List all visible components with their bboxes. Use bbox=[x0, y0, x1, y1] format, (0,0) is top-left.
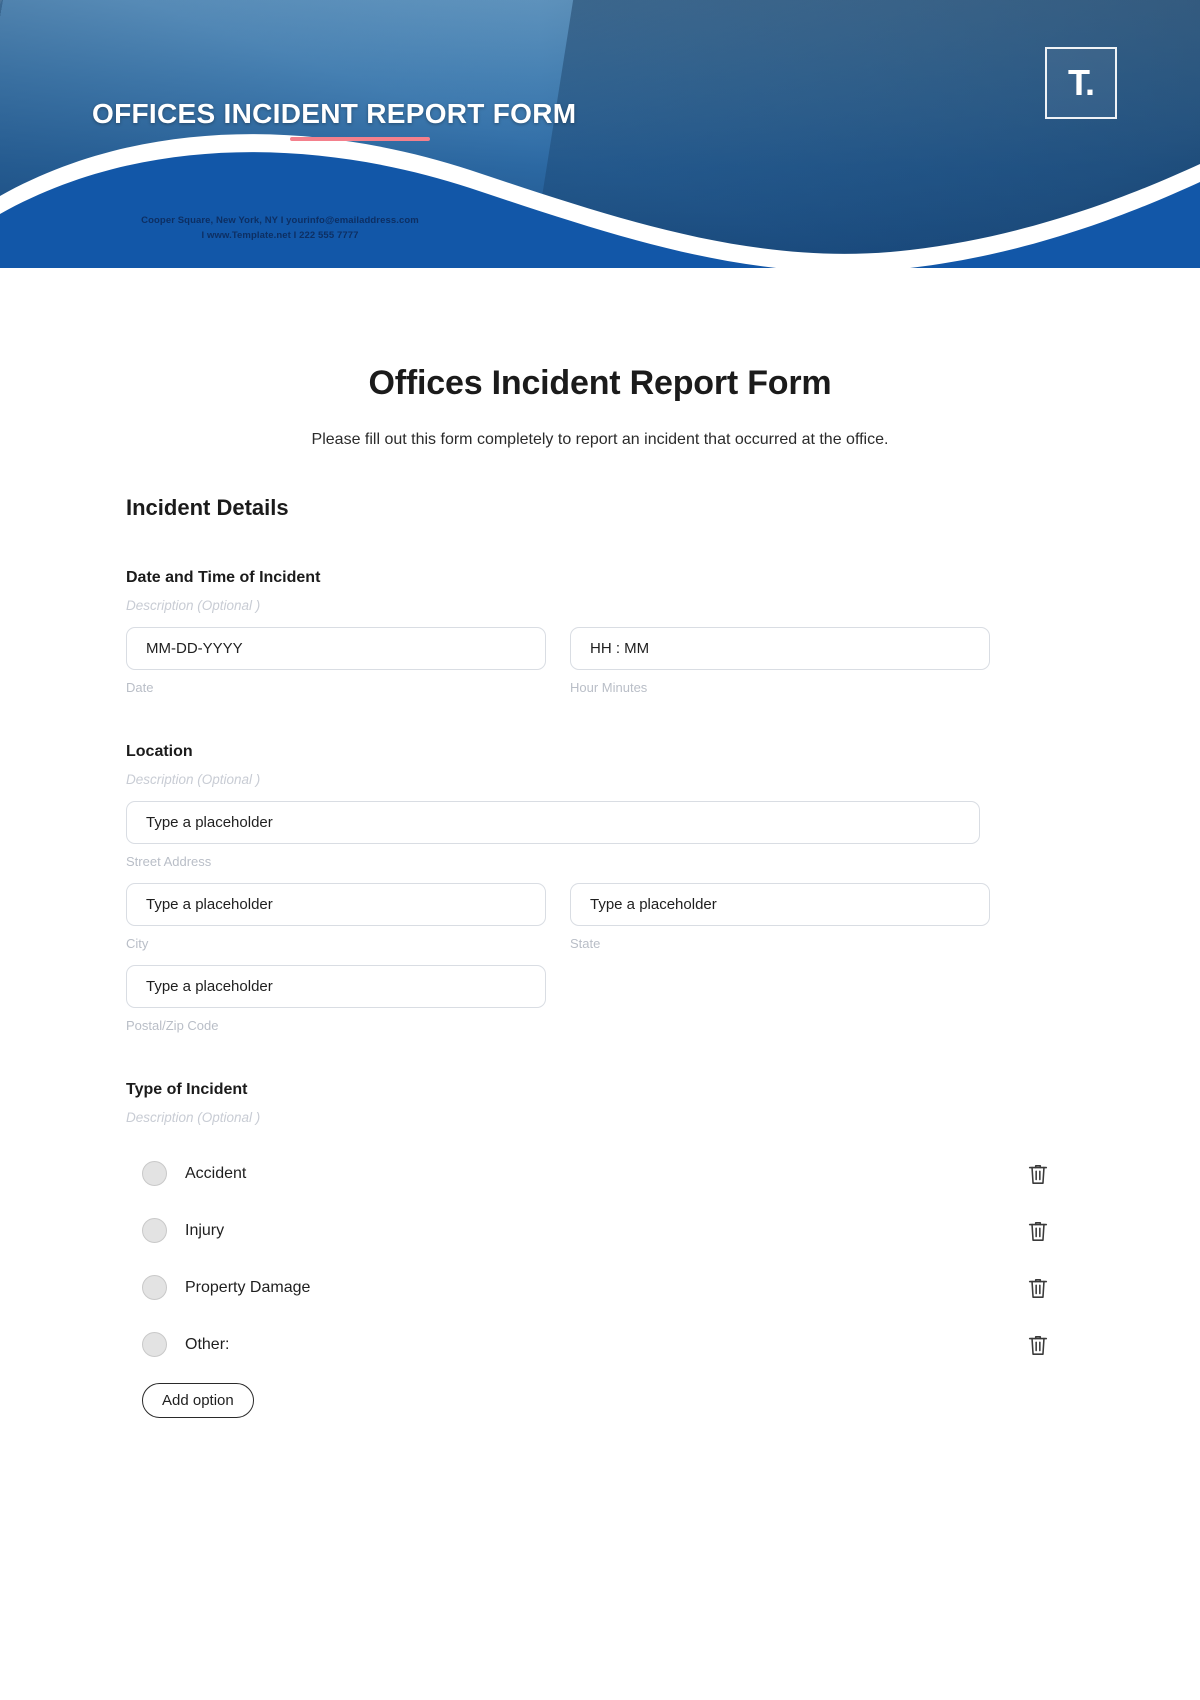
banner-title: OFFICES INCIDENT REPORT FORM bbox=[92, 98, 577, 129]
contact-address-email: Cooper Square, New York, NY I yourinfo@e… bbox=[141, 215, 419, 226]
option-row-property-damage[interactable]: Property Damage bbox=[126, 1259, 1074, 1316]
company-logo: T. bbox=[1045, 47, 1117, 119]
radio-button-property-damage[interactable] bbox=[142, 1275, 167, 1300]
field-description-incident-type: Description (Optional ) bbox=[126, 1110, 261, 1125]
trash-icon[interactable] bbox=[1027, 1333, 1049, 1357]
field-group-location: Location Description (Optional ) Type a … bbox=[126, 743, 1074, 1033]
field-group-date-time: Date and Time of Incident Description (O… bbox=[126, 569, 1074, 695]
field-label-date-time: Date and Time of Incident bbox=[126, 569, 321, 586]
field-description-location: Description (Optional ) bbox=[126, 772, 261, 787]
incident-type-option-list: Accident Injury Property Damage Other: bbox=[126, 1145, 1074, 1373]
col-state: Type a placeholder State bbox=[570, 883, 990, 951]
col-street-address: Type a placeholder Street Address bbox=[126, 801, 980, 869]
col-postal-code: Type a placeholder Postal/Zip Code bbox=[126, 965, 546, 1033]
add-option-button[interactable]: Add option bbox=[142, 1383, 254, 1418]
time-input-hint: Hour Minutes bbox=[570, 680, 648, 695]
radio-button-other[interactable] bbox=[142, 1332, 167, 1357]
contact-website-phone: I www.Template.net I 222 555 7777 bbox=[201, 229, 359, 241]
field-label-incident-type: Type of Incident bbox=[126, 1081, 248, 1098]
section-heading-incident-details: Incident Details bbox=[126, 495, 289, 520]
state-hint: State bbox=[570, 936, 601, 951]
date-input[interactable]: MM-DD-YYYY bbox=[126, 627, 546, 670]
trash-icon[interactable] bbox=[1027, 1276, 1049, 1300]
option-row-injury[interactable]: Injury bbox=[126, 1202, 1074, 1259]
col-date: MM-DD-YYYY Date bbox=[126, 627, 546, 695]
banner-title-group: OFFICES INCIDENT REPORT FORM bbox=[92, 98, 576, 141]
form-page: Offices Incident Report Form Please fill… bbox=[0, 364, 1200, 1418]
row-street-address: Type a placeholder Street Address bbox=[126, 801, 1074, 869]
state-input[interactable]: Type a placeholder bbox=[570, 883, 990, 926]
field-description-date-time: Description (Optional ) bbox=[126, 598, 261, 613]
trash-icon[interactable] bbox=[1027, 1162, 1049, 1186]
option-row-other[interactable]: Other: bbox=[126, 1316, 1074, 1373]
col-city: Type a placeholder City bbox=[126, 883, 546, 951]
option-label-injury: Injury bbox=[185, 1221, 225, 1239]
page-subtitle: Please fill out this form completely to … bbox=[311, 431, 889, 448]
city-hint: City bbox=[126, 936, 149, 951]
city-input[interactable]: Type a placeholder bbox=[126, 883, 546, 926]
row-date-time: MM-DD-YYYY Date HH : MM Hour Minutes bbox=[126, 627, 1074, 695]
col-time: HH : MM Hour Minutes bbox=[570, 627, 990, 695]
banner-contact-info: Cooper Square, New York, NY I yourinfo@e… bbox=[0, 214, 560, 243]
page-title: Offices Incident Report Form bbox=[368, 364, 832, 402]
row-city-state: Type a placeholder City Type a placehold… bbox=[126, 883, 1074, 951]
street-address-hint: Street Address bbox=[126, 854, 212, 869]
option-label-other: Other: bbox=[185, 1335, 230, 1353]
option-label-property-damage: Property Damage bbox=[185, 1278, 311, 1296]
time-input[interactable]: HH : MM bbox=[570, 627, 990, 670]
radio-button-injury[interactable] bbox=[142, 1218, 167, 1243]
banner-title-underline bbox=[290, 137, 430, 141]
postal-code-hint: Postal/Zip Code bbox=[126, 1018, 219, 1033]
field-label-location: Location bbox=[126, 743, 193, 760]
option-label-accident: Accident bbox=[185, 1164, 247, 1182]
street-address-input[interactable]: Type a placeholder bbox=[126, 801, 980, 844]
postal-code-input[interactable]: Type a placeholder bbox=[126, 965, 546, 1008]
trash-icon[interactable] bbox=[1027, 1219, 1049, 1243]
row-postal-code: Type a placeholder Postal/Zip Code bbox=[126, 965, 1074, 1033]
option-row-accident[interactable]: Accident bbox=[126, 1145, 1074, 1202]
date-input-hint: Date bbox=[126, 680, 154, 695]
logo-mark-text: T. bbox=[1067, 62, 1095, 103]
page-header-banner: OFFICES INCIDENT REPORT FORM T. Cooper S… bbox=[0, 0, 1200, 268]
field-group-incident-type: Type of Incident Description (Optional )… bbox=[126, 1081, 1074, 1418]
radio-button-accident[interactable] bbox=[142, 1161, 167, 1186]
